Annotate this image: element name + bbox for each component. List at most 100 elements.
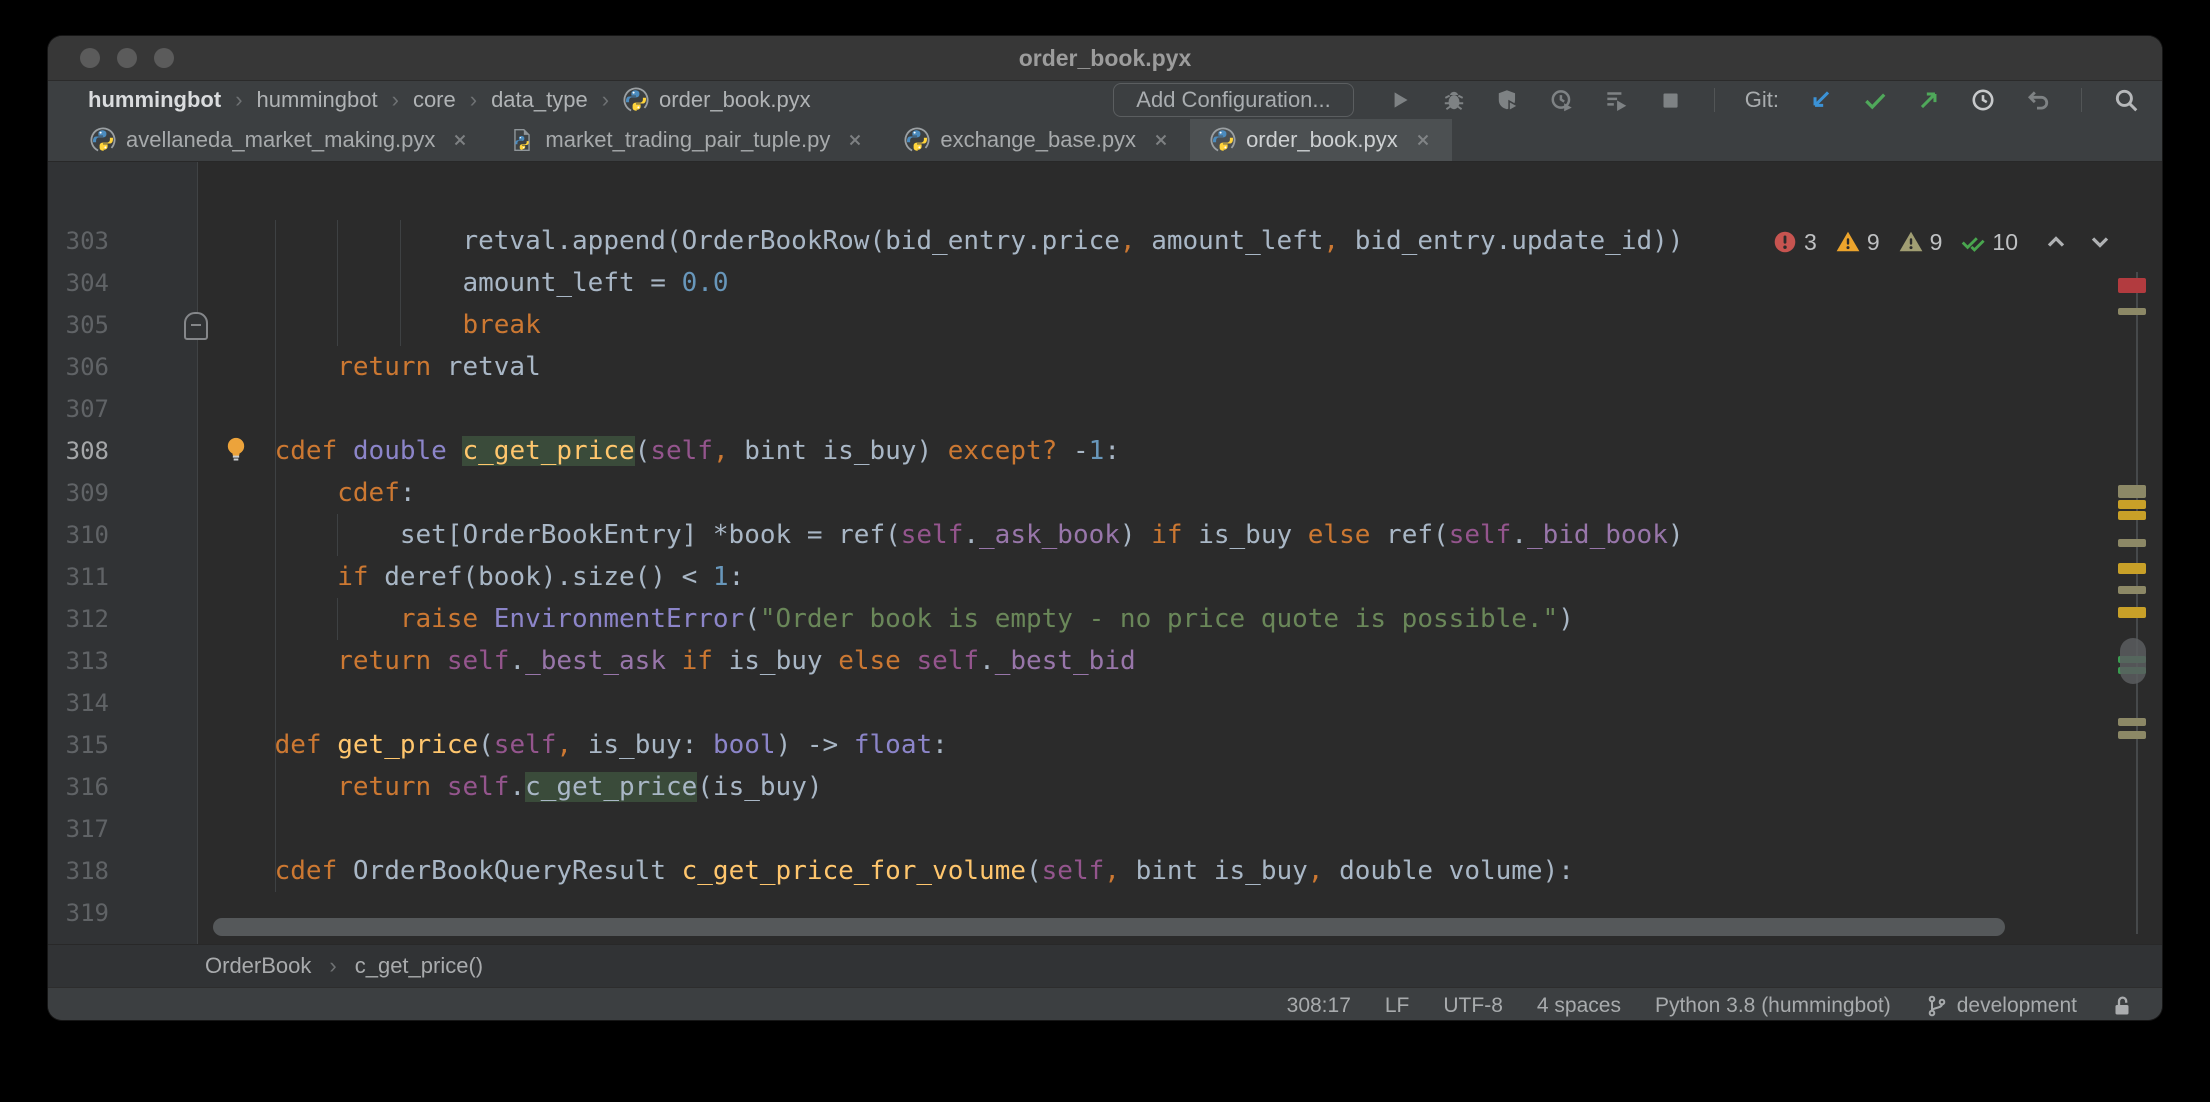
- run-icon[interactable]: [1386, 86, 1414, 114]
- search-icon[interactable]: [2112, 86, 2140, 114]
- passed-indicator[interactable]: 10: [1960, 229, 2018, 256]
- code-line[interactable]: cdef double c_get_price(self, bint is_bu…: [212, 430, 2112, 472]
- run-anything-icon[interactable]: [1602, 86, 1630, 114]
- breadcrumb-item[interactable]: order_book.pyx: [623, 87, 811, 113]
- breadcrumb-item[interactable]: core: [413, 87, 456, 113]
- add-configuration-button[interactable]: Add Configuration...: [1113, 83, 1353, 117]
- git-branch[interactable]: development: [1925, 994, 2077, 1018]
- errors-indicator[interactable]: 3: [1772, 229, 1817, 256]
- stripe-mark-weak[interactable]: [2118, 539, 2146, 547]
- python-file-icon: [509, 127, 535, 153]
- git-history-icon[interactable]: [1969, 86, 1997, 114]
- code-line[interactable]: [212, 892, 2112, 934]
- main-toolbar: hummingbot›hummingbot›core›data_type›ord…: [48, 81, 2162, 119]
- vertical-scrollbar[interactable]: [2120, 638, 2146, 684]
- zoom-button[interactable]: [154, 48, 174, 68]
- editor[interactable]: 3033043053063073083093103113123133143153…: [48, 162, 2162, 944]
- code-line[interactable]: break: [212, 304, 2112, 346]
- code-line[interactable]: [212, 808, 2112, 850]
- stop-icon[interactable]: [1656, 86, 1684, 114]
- code-line[interactable]: cdef:: [212, 472, 2112, 514]
- minimize-button[interactable]: [117, 48, 137, 68]
- line-number: 319: [48, 892, 197, 934]
- code-line[interactable]: [212, 682, 2112, 724]
- git-update-icon[interactable]: [1807, 86, 1835, 114]
- code-line[interactable]: if deref(book).size() < 1:: [212, 556, 2112, 598]
- git-commit-icon[interactable]: [1861, 86, 1889, 114]
- breadcrumb-class[interactable]: OrderBook: [205, 953, 311, 979]
- chevron-right-icon: ›: [329, 953, 336, 979]
- close-button[interactable]: [80, 48, 100, 68]
- code-line[interactable]: [212, 388, 2112, 430]
- editor-tab[interactable]: avellaneda_market_making.pyx: [70, 119, 489, 161]
- prev-problem-icon[interactable]: [2042, 228, 2070, 256]
- code-line[interactable]: def get_price(self, is_buy: bool) -> flo…: [212, 724, 2112, 766]
- tab-close-icon[interactable]: [1414, 131, 1432, 149]
- tab-close-icon[interactable]: [846, 131, 864, 149]
- caret-position[interactable]: 308:17: [1287, 994, 1351, 1018]
- code-line[interactable]: amount_left = 0.0: [212, 262, 2112, 304]
- error-stripe[interactable]: [2112, 162, 2162, 944]
- warnings-indicator[interactable]: 9: [1835, 229, 1880, 256]
- status-bar: 308:17 LF UTF-8 4 spaces Python 3.8 (hum…: [48, 987, 2162, 1020]
- bookmark-arch-icon[interactable]: [184, 312, 208, 340]
- editor-tab[interactable]: exchange_base.pyx: [884, 119, 1190, 161]
- editor-tab[interactable]: market_trading_pair_tuple.py: [489, 119, 884, 161]
- code-line[interactable]: return retval: [212, 346, 2112, 388]
- run-with-coverage-icon[interactable]: [1494, 86, 1522, 114]
- file-encoding[interactable]: UTF-8: [1443, 994, 1503, 1018]
- code-line[interactable]: raise EnvironmentError("Order book is em…: [212, 598, 2112, 640]
- branch-icon: [1925, 994, 1949, 1018]
- line-number: 310: [48, 514, 197, 556]
- code-line[interactable]: return self._best_ask if is_buy else sel…: [212, 640, 2112, 682]
- line-number: 311: [48, 556, 197, 598]
- line-separator[interactable]: LF: [1385, 994, 1410, 1018]
- profiler-icon[interactable]: [1548, 86, 1576, 114]
- intention-bulb-icon[interactable]: [222, 435, 250, 465]
- error-icon: [1772, 229, 1798, 255]
- breadcrumb-method[interactable]: c_get_price(): [355, 953, 483, 979]
- code-area[interactable]: retval.append(OrderBookRow(bid_entry.pri…: [198, 162, 2112, 944]
- tab-close-icon[interactable]: [1152, 131, 1170, 149]
- next-problem-icon[interactable]: [2086, 228, 2114, 256]
- editor-gutter: 3033043053063073083093103113123133143153…: [48, 162, 198, 944]
- line-number: 316: [48, 766, 197, 808]
- stripe-mark-weak[interactable]: [2118, 308, 2146, 315]
- chevron-right-icon: ›: [470, 87, 477, 113]
- lock-icon[interactable]: [2111, 994, 2135, 1018]
- breadcrumb-item[interactable]: hummingbot: [257, 87, 378, 113]
- line-number: 308: [48, 430, 197, 472]
- code-line[interactable]: cdef OrderBookQueryResult c_get_price_fo…: [212, 850, 2112, 892]
- git-push-icon[interactable]: [1915, 86, 1943, 114]
- stripe-mark-warning[interactable]: [2118, 563, 2146, 574]
- breadcrumb-item[interactable]: data_type: [491, 87, 588, 113]
- breadcrumb-item[interactable]: hummingbot: [88, 87, 221, 113]
- inspections-widget: 3 9 9 10: [1772, 228, 2114, 256]
- python-interpreter[interactable]: Python 3.8 (hummingbot): [1655, 994, 1891, 1018]
- stripe-mark-weak[interactable]: [2118, 586, 2146, 594]
- warning-icon: [1835, 229, 1861, 255]
- breadcrumb: hummingbot›hummingbot›core›data_type›ord…: [88, 87, 1113, 113]
- tab-close-icon[interactable]: [451, 131, 469, 149]
- cython-file-icon: [904, 127, 930, 153]
- debug-icon[interactable]: [1440, 86, 1468, 114]
- stripe-mark-warning[interactable]: [2118, 607, 2146, 618]
- weak-warnings-indicator[interactable]: 9: [1898, 229, 1943, 256]
- git-rollback-icon[interactable]: [2023, 86, 2051, 114]
- toolbar-separator: [2081, 88, 2082, 112]
- indent-setting[interactable]: 4 spaces: [1537, 994, 1621, 1018]
- stripe-mark-weak[interactable]: [2118, 485, 2146, 498]
- chevron-right-icon: ›: [235, 87, 242, 113]
- stripe-mark-warning[interactable]: [2118, 511, 2146, 520]
- code-line[interactable]: set[OrderBookEntry] *book = ref(self._as…: [212, 514, 2112, 556]
- stripe-mark-warning[interactable]: [2118, 500, 2146, 509]
- passed-count: 10: [1992, 229, 2018, 256]
- weak-warning-count: 9: [1930, 229, 1943, 256]
- stripe-mark-error[interactable]: [2118, 278, 2146, 293]
- weak-warning-icon: [1898, 229, 1924, 255]
- code-line[interactable]: return self.c_get_price(is_buy): [212, 766, 2112, 808]
- editor-tab[interactable]: order_book.pyx: [1190, 119, 1452, 161]
- stripe-mark-weak[interactable]: [2118, 731, 2146, 739]
- stripe-mark-weak[interactable]: [2118, 718, 2146, 726]
- error-count: 3: [1804, 229, 1817, 256]
